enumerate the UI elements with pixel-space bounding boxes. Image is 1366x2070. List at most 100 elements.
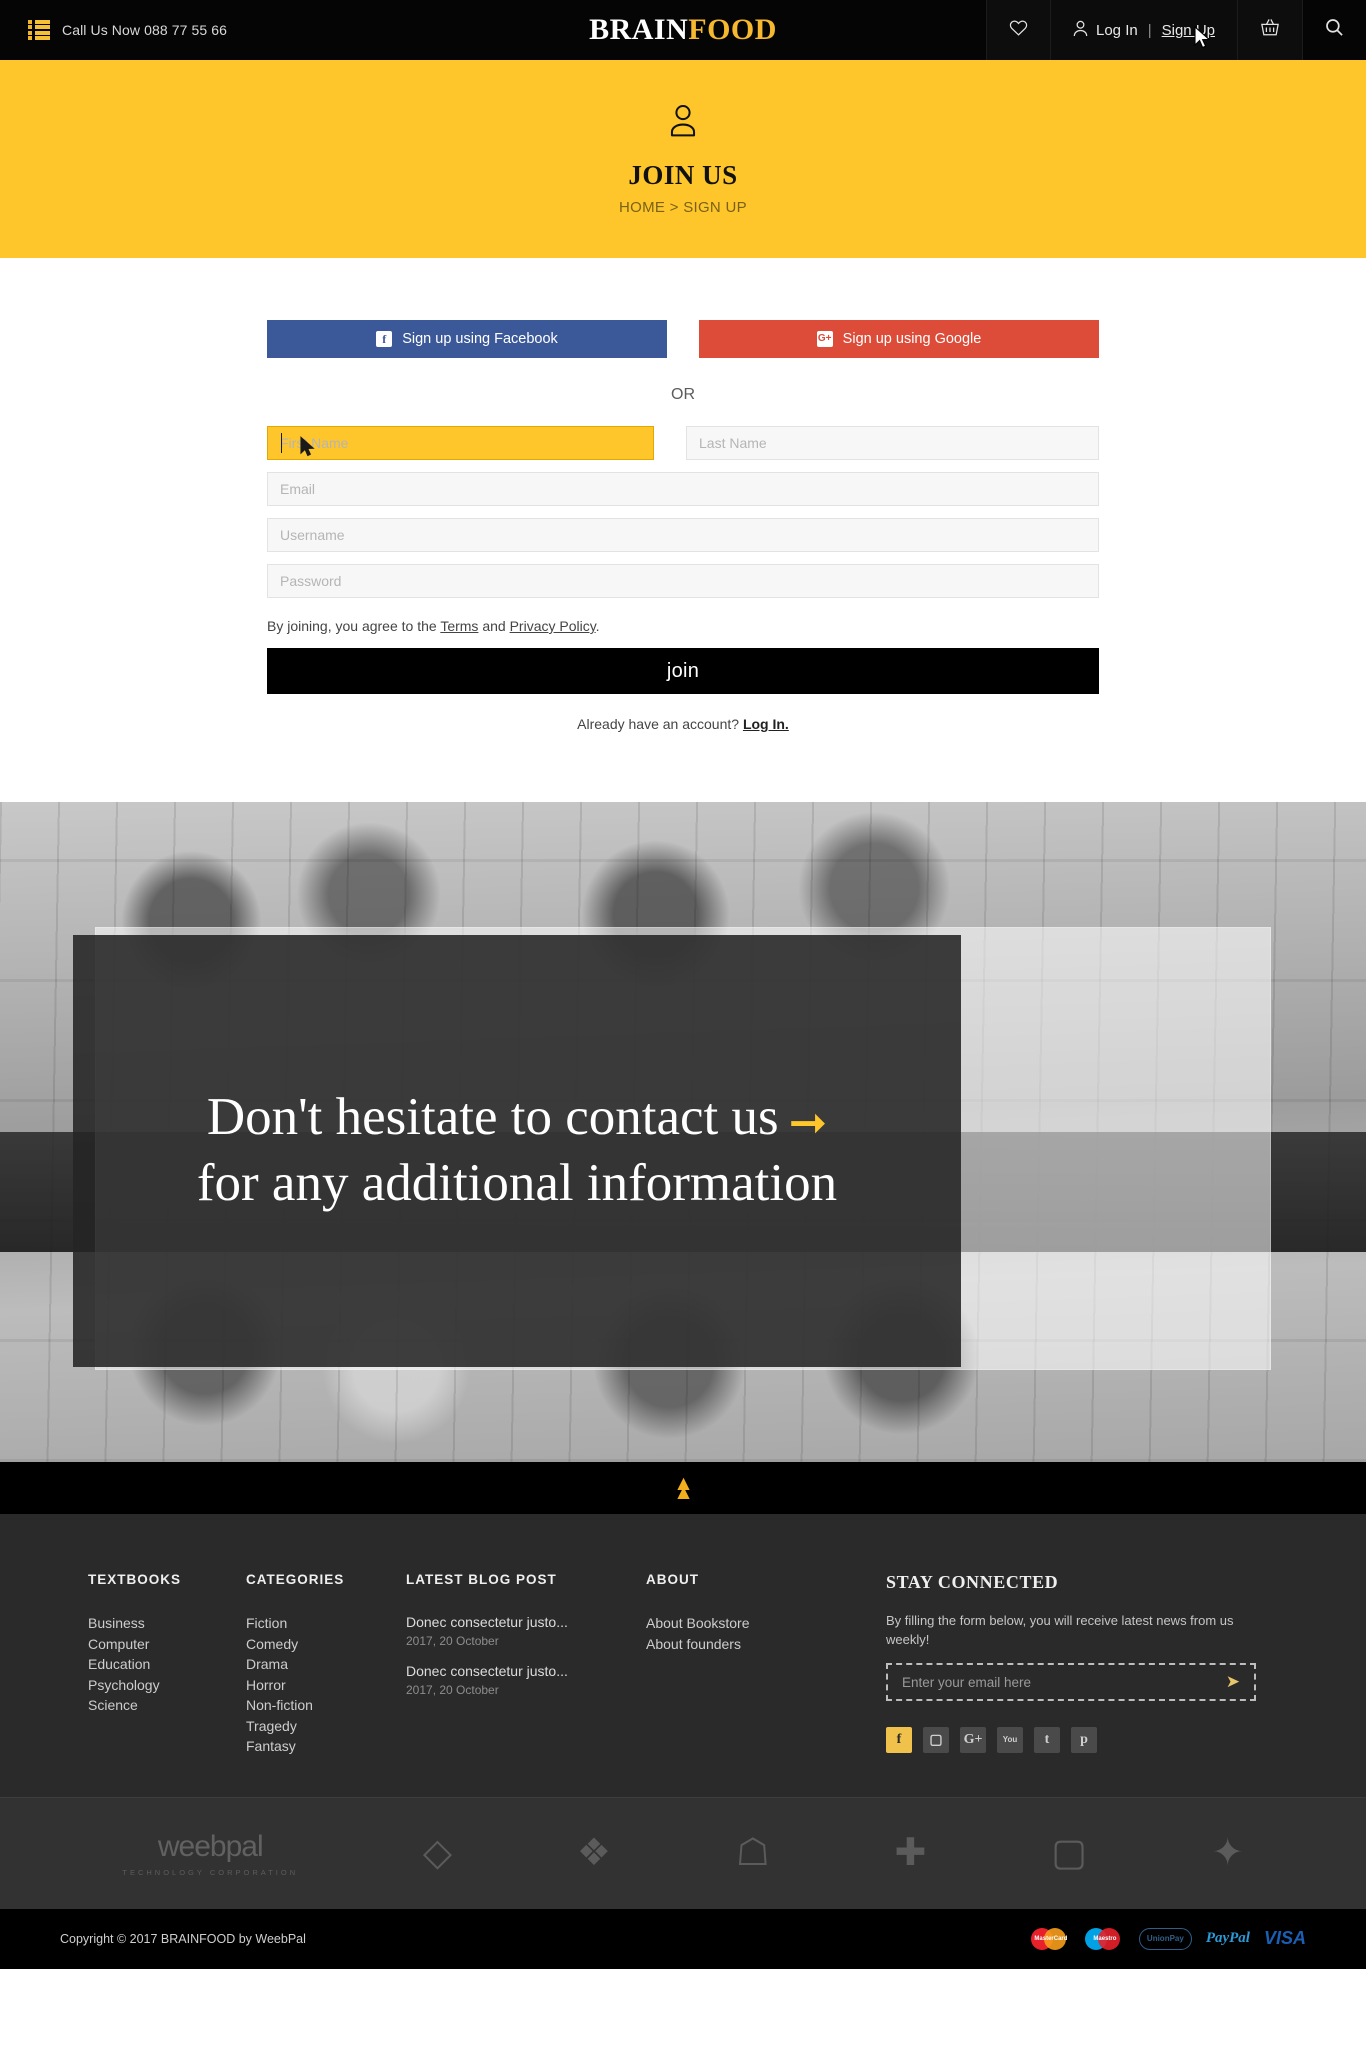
youtube-icon[interactable]: You (997, 1727, 1023, 1753)
list-item[interactable]: Science (88, 1695, 224, 1716)
partner-mark-cross-icon: ✚ (894, 1832, 927, 1874)
partner-mark-m[interactable]: ◇ (423, 1834, 452, 1872)
list-item[interactable]: Fantasy (246, 1736, 384, 1757)
list-item[interactable]: About founders (646, 1634, 864, 1655)
textbooks-heading: TEXTBOOKS (88, 1572, 182, 1587)
list-item[interactable]: Tragedy (246, 1716, 384, 1737)
basket-icon (1260, 18, 1280, 42)
list-item[interactable]: Comedy (246, 1634, 384, 1655)
wishlist-button[interactable] (986, 0, 1050, 60)
partner-mark-star[interactable]: ✦ (1212, 1834, 1244, 1872)
paypal-icon: PayPal (1205, 1930, 1250, 1946)
newsletter-email-input[interactable] (902, 1674, 1226, 1690)
weebpal-logo[interactable]: weebpal TECHNOLOGY CORPORATION (122, 1830, 298, 1877)
or-divider-label: OR (671, 386, 695, 403)
newsletter-form: ➤ (886, 1663, 1256, 1701)
name-field-row (267, 426, 1099, 460)
visa-icon: VISA (1263, 1928, 1306, 1948)
weebpal-name: weebpal (157, 1829, 264, 1863)
contact-hero-section: Don't hesitate to contact us ➞ for any ad… (0, 802, 1366, 1462)
page-banner: JOIN US HOME > SIGN UP (0, 60, 1366, 258)
partner-logos-bar: weebpal TECHNOLOGY CORPORATION ◇ ❖ ☖ ✚ ▢… (0, 1796, 1366, 1909)
email-input[interactable] (267, 472, 1099, 506)
hero-line-1: Don't hesitate to contact us (206, 1088, 779, 1147)
categories-list: Fiction Comedy Drama Horror Non-fiction … (246, 1613, 384, 1757)
facebook-signup-label: Sign up using Facebook (402, 331, 558, 347)
heart-icon (1009, 19, 1028, 41)
categories-heading: CATEGORIES (246, 1572, 345, 1587)
footer-columns: TEXTBOOKS Business Computer Education Ps… (88, 1572, 1278, 1757)
signup-section: f Sign up using Facebook G+ Sign up usin… (0, 258, 1366, 802)
site-logo[interactable]: BRAINFOOD (589, 13, 777, 47)
already-prefix: Already have an account? (577, 716, 743, 732)
partner-mark-cross[interactable]: ✚ (895, 1834, 927, 1872)
list-item[interactable]: Education (88, 1654, 224, 1675)
login-link-bottom[interactable]: Log In. (743, 716, 789, 732)
scroll-to-top-button[interactable]: ▲ ▲ (0, 1462, 1366, 1514)
list-item[interactable]: Fiction (246, 1613, 384, 1634)
search-icon (1325, 18, 1344, 42)
list-menu-icon[interactable] (28, 20, 50, 40)
blog-post-date: 2017, 20 October (406, 1683, 499, 1697)
list-item[interactable]: About Bookstore (646, 1613, 864, 1634)
logo-food: FOOD (688, 13, 777, 46)
google-plus-icon[interactable]: G+ (960, 1727, 986, 1753)
list-item[interactable]: Horror (246, 1675, 384, 1696)
partner-mark-diamond[interactable]: ❖ (577, 1834, 611, 1872)
page-title: JOIN US (628, 159, 738, 190)
partner-mark-square-icon: ▢ (1051, 1832, 1088, 1874)
terms-agreement-text: By joining, you agree to the Terms and P… (267, 618, 1099, 634)
search-button[interactable] (1302, 0, 1366, 60)
auth-group[interactable]: Log In | Sign Up (1050, 0, 1237, 60)
site-footer: TEXTBOOKS Business Computer Education Ps… (0, 1514, 1366, 1797)
hero-line-1-row: Don't hesitate to contact us ➞ (207, 1085, 827, 1151)
blog-heading: LATEST BLOG POST (406, 1572, 557, 1587)
user-icon (1073, 20, 1088, 41)
terms-link[interactable]: Terms (440, 618, 478, 634)
last-name-input[interactable] (686, 426, 1099, 460)
right-arrow-icon: ➞ (788, 1097, 828, 1149)
facebook-icon[interactable]: f (886, 1727, 912, 1753)
list-item[interactable]: Donec consectetur justo... 2017, 20 Octo… (406, 1662, 624, 1697)
blog-post-title: Donec consectetur justo... (406, 1614, 568, 1630)
password-input[interactable] (267, 564, 1099, 598)
list-item[interactable]: Non-fiction (246, 1695, 384, 1716)
terms-suffix: . (595, 618, 600, 634)
list-item[interactable]: Psychology (88, 1675, 224, 1696)
partner-mark-diamond-icon: ❖ (576, 1832, 611, 1874)
footer-column-about: ABOUT About Bookstore About founders (646, 1572, 886, 1757)
list-item[interactable]: Computer (88, 1634, 224, 1655)
paper-plane-icon[interactable]: ➤ (1226, 1672, 1240, 1692)
first-name-input[interactable] (267, 426, 654, 460)
join-button[interactable]: join (267, 648, 1099, 694)
instagram-icon[interactable]: ▢ (923, 1727, 949, 1753)
first-name-wrapper (267, 426, 654, 460)
social-signup-row: f Sign up using Facebook G+ Sign up usin… (267, 320, 1099, 358)
pinterest-icon[interactable]: р (1071, 1727, 1097, 1753)
username-input[interactable] (267, 518, 1099, 552)
signup-link[interactable]: Sign Up (1162, 22, 1215, 39)
terms-prefix: By joining, you agree to the (267, 618, 441, 634)
about-heading: ABOUT (646, 1572, 699, 1587)
list-item[interactable]: Business (88, 1613, 224, 1634)
facebook-icon: f (376, 331, 393, 347)
partner-mark-square[interactable]: ▢ (1051, 1834, 1087, 1872)
payment-methods: MasterCard Maestro UnionPay PayPal VISA (1030, 1927, 1306, 1950)
unionpay-icon: UnionPay (1138, 1927, 1192, 1950)
weebpal-tagline: TECHNOLOGY CORPORATION (122, 1867, 299, 1877)
list-item[interactable]: Donec consectetur justo... 2017, 20 Octo… (406, 1613, 624, 1648)
privacy-policy-link[interactable]: Privacy Policy (510, 618, 596, 634)
logo-brain: BRAIN (589, 13, 689, 46)
login-link[interactable]: Log In (1096, 22, 1138, 39)
tumblr-icon[interactable]: t (1034, 1727, 1060, 1753)
facebook-signup-button[interactable]: f Sign up using Facebook (267, 320, 667, 358)
google-signup-button[interactable]: G+ Sign up using Google (699, 320, 1099, 358)
list-item[interactable]: Drama (246, 1654, 384, 1675)
cart-button[interactable] (1237, 0, 1302, 60)
partner-mark-star-icon: ✦ (1211, 1832, 1244, 1874)
user-account-icon (668, 103, 698, 142)
double-chevron-up-icon: ▲ ▲ (673, 1471, 694, 1504)
footer-column-categories: CATEGORIES Fiction Comedy Drama Horror N… (246, 1572, 406, 1757)
footer-column-blog: LATEST BLOG POST Donec consectetur justo… (406, 1572, 646, 1757)
partner-mark-house[interactable]: ☖ (736, 1834, 770, 1872)
